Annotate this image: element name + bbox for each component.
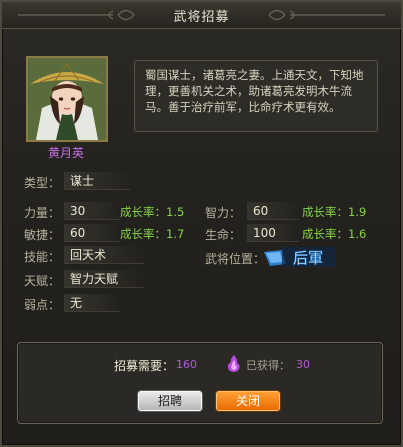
- type-value: 谋士: [64, 172, 130, 190]
- recruit-have-label: 已获得：: [246, 359, 290, 372]
- skill-value[interactable]: 回天术: [64, 246, 144, 264]
- close-button[interactable]: 关闭: [216, 391, 280, 411]
- intellect-label: 智力：: [205, 206, 242, 220]
- hero-portrait: [26, 56, 108, 142]
- recruit-need-label: 招募需要：: [114, 359, 175, 373]
- recruit-window: 武将招募 黄月英 蜀国谋士，诸葛亮之妻。上通天文，下知地理，更善机关之术，助诸葛…: [0, 0, 403, 447]
- talent-label: 天赋：: [24, 274, 61, 288]
- position-label: 武将位置：: [205, 252, 266, 266]
- skill-label: 技能：: [24, 250, 61, 264]
- recruit-button[interactable]: 招聘: [138, 391, 202, 411]
- intellect-growth: 成长率：1.9: [302, 205, 367, 219]
- weakness-value: 无: [64, 294, 120, 312]
- hero-name: 黄月英: [47, 146, 84, 160]
- rear-army-flag-icon: 后軍: [264, 244, 340, 270]
- strength-label: 力量：: [24, 206, 61, 220]
- hero-bio: 蜀国谋士，诸葛亮之妻。上通天文，下知地理，更善机关之术，助诸葛亮发明木牛流马。善…: [134, 60, 378, 132]
- life-growth: 成长率：1.6: [302, 227, 367, 241]
- talent-value[interactable]: 智力天赋: [64, 270, 144, 288]
- agility-growth: 成长率：1.7: [120, 227, 185, 241]
- recruit-panel: 招募需要： 160 已获得： 30 招聘 关闭: [17, 342, 383, 424]
- position-value: 后軍: [293, 249, 323, 267]
- title-ornament-icon: [268, 9, 385, 21]
- life-value: 100: [247, 224, 299, 242]
- life-label: 生命：: [205, 228, 242, 242]
- weakness-label: 弱点：: [24, 298, 61, 312]
- intellect-value: 60: [247, 202, 299, 220]
- agility-label: 敏捷：: [24, 228, 61, 242]
- type-label: 类型：: [24, 176, 61, 190]
- agility-value: 60: [64, 224, 120, 242]
- recruit-need-value: 160: [176, 358, 197, 371]
- recruit-have-value: 30: [296, 358, 310, 371]
- purple-soul-flame-icon: [227, 355, 240, 372]
- strength-value: 30: [64, 202, 120, 220]
- hero-portrait-icon: [28, 58, 106, 140]
- title-bar: 武将招募: [2, 2, 401, 29]
- strength-growth: 成长率：1.5: [120, 205, 185, 219]
